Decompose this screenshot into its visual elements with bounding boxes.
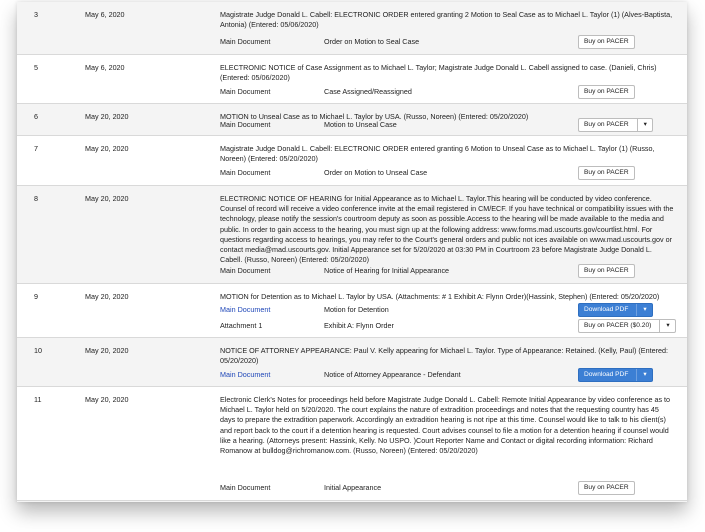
- entry-description: ELECTRONIC NOTICE OF HEARING for Initial…: [220, 194, 674, 265]
- document-row: Main Document Notice of Attorney Appearan…: [220, 368, 675, 382]
- entry-date: May 6, 2020: [85, 10, 125, 19]
- document-description: Initial Appearance: [324, 483, 382, 492]
- button-label: Download PDF: [584, 306, 629, 313]
- document-description: Exhibit A: Flynn Order: [324, 321, 394, 330]
- document-description: Motion for Detention: [324, 305, 389, 314]
- button-label: Buy on PACER: [584, 267, 629, 274]
- entry-number: 8: [34, 194, 38, 203]
- entry-description: Electronic Clerk's Notes for proceedings…: [220, 395, 671, 456]
- button-label: Buy on PACER: [584, 38, 629, 45]
- document-label: Main Document: [220, 483, 271, 492]
- buy-on-pacer-button[interactable]: Buy on PACER: [578, 166, 635, 180]
- entry-number: 11: [34, 395, 42, 404]
- docket-row: May 20, 2020Order on Motion to Unseal Ca…: [17, 501, 687, 502]
- document-link[interactable]: Main Document: [220, 305, 270, 315]
- entry-date: May 20, 2020: [85, 194, 129, 203]
- docket-row: 6 May 20, 2020 MOTION to Unseal Case as to…: [17, 104, 687, 136]
- button-label: Download PDF: [584, 371, 629, 378]
- docket-row: 7 May 20, 2020 Magistrate Judge Donald L. …: [17, 136, 687, 186]
- chevron-down-icon[interactable]: ▾: [636, 369, 647, 381]
- entry-date: May 6, 2020: [85, 63, 125, 72]
- download-pdf-button[interactable]: Download PDF ▾: [578, 368, 653, 382]
- document-row: Main Document Motion for Detention Downloa…: [220, 303, 675, 317]
- document-description: Order on Motion to Unseal Case: [324, 168, 428, 177]
- entry-description: MOTION for Detention as to Michael L. Ta…: [220, 292, 660, 301]
- document-label: Main Document: [220, 120, 271, 129]
- document-row: Main Document Initial Appearance Buy on PA…: [220, 481, 675, 495]
- entry-number: 6: [34, 112, 38, 121]
- entry-number: 3: [34, 10, 38, 19]
- docket-row: 8 May 20, 2020 ELECTRONIC NOTICE OF HEARIN…: [17, 186, 687, 284]
- document-row: Main Document Notice of Hearing for Initi…: [220, 264, 675, 278]
- document-label: Main Document: [220, 87, 271, 96]
- download-pdf-button[interactable]: Download PDF ▾: [578, 303, 653, 317]
- button-label: Buy on PACER: [584, 484, 629, 491]
- document-description: Order on Motion to Seal Case: [324, 37, 420, 46]
- entry-date: May 20, 2020: [85, 346, 129, 355]
- entry-number: 9: [34, 292, 38, 301]
- entry-description: NOTICE OF ATTORNEY APPEARANCE: Paul V. K…: [220, 346, 668, 366]
- buy-on-pacer-button[interactable]: Buy on PACER: [578, 264, 635, 278]
- button-label: Buy on PACER: [584, 169, 629, 176]
- docket-row: 10 May 20, 2020 NOTICE OF ATTORNEY APPEARA…: [17, 338, 687, 387]
- entry-description: ELECTRONIC NOTICE of Case Assignment as …: [220, 63, 657, 83]
- document-row: Main Document Order on Motion to Seal Cas…: [220, 35, 675, 49]
- document-row: Main Document Motion to Unseal Case Buy on…: [220, 118, 675, 132]
- buy-on-pacer-button[interactable]: Buy on PACER: [578, 35, 635, 49]
- document-description: Case Assigned/Reassigned: [324, 87, 412, 96]
- entry-description: Magistrate Judge Donald L. Cabell: ELECT…: [220, 10, 673, 30]
- document-row: Main Document Order on Motion to Unseal C…: [220, 166, 675, 180]
- docket-row: 5 May 6, 2020 ELECTRONIC NOTICE of Case As…: [17, 55, 687, 104]
- docket-table: 3 May 6, 2020 Magistrate Judge Donald L. C…: [17, 2, 687, 502]
- entry-date: May 20, 2020: [85, 112, 129, 121]
- buy-on-pacer-button[interactable]: Buy on PACER: [578, 85, 635, 99]
- entry-number: 5: [34, 63, 38, 72]
- docket-row: 3 May 6, 2020 Magistrate Judge Donald L. C…: [17, 2, 687, 55]
- document-row: Attachment 1 Exhibit A: Flynn Order Buy on…: [220, 319, 676, 333]
- chevron-down-icon[interactable]: ▾: [636, 304, 647, 316]
- chevron-down-icon[interactable]: ▾: [659, 320, 670, 332]
- button-label: Buy on PACER ($0.20): [584, 322, 652, 329]
- buy-on-pacer-button[interactable]: Buy on PACER ($0.20) ▾: [578, 319, 676, 333]
- button-label: Buy on PACER: [584, 88, 629, 95]
- chevron-down-icon[interactable]: ▾: [636, 119, 647, 131]
- document-label: Attachment 1: [220, 321, 263, 330]
- docket-row: 9 May 20, 2020 MOTION for Detention as to …: [17, 284, 687, 338]
- document-description: Notice of Attorney Appearance - Defendan…: [324, 370, 461, 379]
- document-label: Main Document: [220, 266, 271, 275]
- entry-date: May 20, 2020: [85, 395, 129, 404]
- document-description: Notice of Hearing for Initial Appearance: [324, 266, 450, 275]
- entry-date: May 20, 2020: [85, 144, 129, 153]
- buy-on-pacer-button[interactable]: Buy on PACER: [578, 481, 635, 495]
- entry-number: 7: [34, 144, 38, 153]
- buy-on-pacer-button[interactable]: Buy on PACER ▾: [578, 118, 653, 132]
- docket-row: 11 May 20, 2020 Electronic Clerk's Notes f…: [17, 387, 687, 501]
- entry-date: May 20, 2020: [85, 292, 129, 301]
- document-label: Main Document: [220, 37, 271, 46]
- document-row: Main Document Case Assigned/Reassigned Buy…: [220, 85, 675, 99]
- document-label: Main Document: [220, 168, 271, 177]
- entry-number: 10: [34, 346, 42, 355]
- entry-description: Magistrate Judge Donald L. Cabell: ELECT…: [220, 144, 655, 164]
- button-label: Buy on PACER: [584, 121, 629, 128]
- document-link[interactable]: Main Document: [220, 370, 270, 380]
- document-description: Motion to Unseal Case: [324, 120, 397, 129]
